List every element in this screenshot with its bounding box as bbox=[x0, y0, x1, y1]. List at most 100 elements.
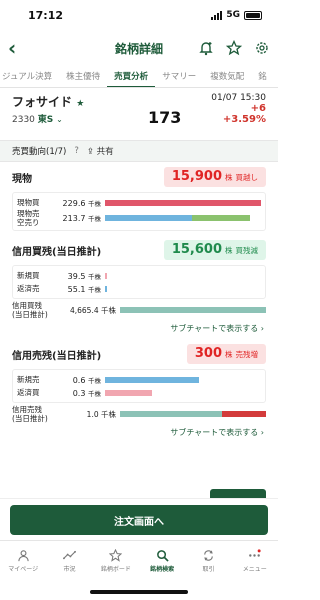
margin-buy-repay-bar bbox=[105, 285, 107, 292]
row-label: 現物買 bbox=[17, 198, 40, 207]
price-change-pct: +3.59% bbox=[222, 114, 266, 125]
network-label: 5G bbox=[226, 10, 240, 20]
status-indicators: 5G bbox=[211, 10, 262, 20]
tabbar-label: 銘柄検索 bbox=[150, 565, 175, 573]
share-label: 共有 bbox=[96, 147, 114, 157]
spot-title: 現物 bbox=[12, 173, 32, 185]
trade-icon bbox=[204, 549, 213, 561]
status-time: 17:12 bbox=[28, 8, 64, 22]
margin-sell-amount: 300 bbox=[194, 346, 222, 361]
row-value: 0.3 bbox=[72, 388, 86, 398]
chevron-down-icon[interactable]: ⌄ bbox=[56, 115, 63, 124]
nav-bar: ‹ 銘柄詳細 bbox=[0, 30, 278, 66]
row-value: 4,665.4 bbox=[69, 305, 99, 315]
margin-buy-row-repay: 返済売 55.1 千株 bbox=[17, 282, 261, 295]
star-add-icon[interactable] bbox=[226, 40, 242, 56]
status-bar: 17:12 5G bbox=[0, 0, 278, 30]
share-button[interactable]: ⇪ 共有 bbox=[87, 145, 114, 157]
row-label: 返済売 bbox=[17, 284, 40, 293]
tabbar-label: 取引 bbox=[202, 565, 215, 573]
row-unit: 千株 bbox=[88, 272, 101, 281]
subchart-label: サブチャートで表示する bbox=[170, 428, 259, 437]
person-icon bbox=[17, 549, 29, 561]
margin-buy-balance-row: 信用買残 (当日推計) 4,665.4 千株 bbox=[12, 299, 266, 321]
margin-buy-amount: 15,600 bbox=[171, 242, 222, 257]
margin-buy-subchart-link[interactable]: サブチャートで表示する › bbox=[12, 321, 266, 337]
margin-sell-title: 信用売残(当日推計) bbox=[12, 350, 102, 362]
spot-net-badge: 15,900 株 買越し bbox=[163, 167, 266, 187]
tabbar-item-board[interactable]: 銘柄ボード bbox=[93, 541, 139, 580]
row-value: 55.1 bbox=[67, 284, 86, 294]
margin-buy-row-new: 新規買 39.5 千株 bbox=[17, 269, 261, 282]
market-icon bbox=[62, 550, 76, 559]
tabbar-item-trade[interactable]: 取引 bbox=[185, 541, 231, 580]
market-selector[interactable]: 東S bbox=[38, 115, 53, 125]
margin-sell-row-repay: 返済買 0.3 千株 bbox=[17, 386, 261, 399]
row-label: 現物売 空売り bbox=[17, 209, 40, 227]
tabbar-item-menu[interactable]: メニュー bbox=[232, 541, 278, 580]
spot-block: 現物 15,900 株 買越し 現物買 229.6 千株 現物売 空売り 213… bbox=[0, 162, 278, 231]
margin-sell-badge: 300 株 売残増 bbox=[186, 344, 266, 364]
row-value: 213.7 bbox=[62, 214, 86, 223]
scroll-peek-button bbox=[210, 489, 266, 498]
price-change: +6 bbox=[250, 103, 266, 114]
tabbar-label: マイページ bbox=[8, 565, 39, 573]
quote-datetime: 01/07 15:30 bbox=[211, 93, 266, 103]
cta-area: 注文画面へ bbox=[0, 498, 278, 540]
signal-icon bbox=[211, 10, 223, 20]
margin-buy-new-bar bbox=[105, 272, 107, 279]
tab-visual-earnings[interactable]: ジュアル決算 bbox=[0, 66, 59, 87]
quote-header: フォサイド ★ 2330 東S ⌄ 173 01/07 15:30 +6 +3.… bbox=[0, 88, 278, 140]
margin-buy-badge: 15,600 株 買残減 bbox=[163, 240, 266, 260]
tab-summary[interactable]: サマリー bbox=[155, 66, 203, 87]
row-unit: 千株 bbox=[88, 285, 101, 294]
chevron-right-icon: › bbox=[260, 428, 264, 437]
star-icon bbox=[109, 548, 123, 562]
spot-buy-bar bbox=[105, 199, 261, 206]
home-indicator bbox=[90, 590, 188, 594]
row-unit: 千株 bbox=[88, 376, 101, 385]
tabbar-item-market[interactable]: 市況 bbox=[46, 541, 92, 580]
tabbar-item-mypage[interactable]: マイページ bbox=[0, 541, 46, 580]
row-label: 信用売残 (当日推計) bbox=[12, 405, 48, 423]
menu-icon bbox=[249, 548, 261, 557]
gear-icon[interactable] bbox=[254, 40, 270, 56]
spot-box: 現物買 229.6 千株 現物売 空売り 213.7 千株 bbox=[12, 192, 266, 231]
bell-add-icon[interactable] bbox=[198, 40, 214, 56]
row-value: 229.6 bbox=[62, 198, 86, 208]
margin-sell-new-bar bbox=[105, 376, 199, 383]
tab-trade-analysis[interactable]: 売買分析 bbox=[107, 66, 156, 87]
order-screen-button[interactable]: 注文画面へ bbox=[10, 505, 268, 535]
row-unit: 千株 bbox=[101, 409, 116, 419]
stock-price: 173 bbox=[148, 108, 182, 127]
tab-next[interactable]: 銘 bbox=[251, 66, 274, 87]
margin-sell-row-new: 新規売 0.6 千株 bbox=[17, 373, 261, 386]
row-label: 信用買残 (当日推計) bbox=[12, 301, 48, 319]
margin-buy-unit: 株 bbox=[225, 246, 233, 255]
subchart-label: サブチャートで表示する bbox=[170, 324, 259, 333]
margin-buy-title: 信用買残(当日推計) bbox=[12, 246, 102, 258]
tab-multi-quotes[interactable]: 複数気配 bbox=[203, 66, 251, 87]
tabbar-label: 市況 bbox=[63, 565, 76, 573]
bottom-tab-bar: マイページ 市況 銘柄ボード 銘柄検索 取引 メニュー bbox=[0, 540, 278, 580]
tab-shareholder-benefits[interactable]: 株主優待 bbox=[59, 66, 107, 87]
margin-sell-repay-bar bbox=[105, 389, 152, 396]
favorite-star-icon[interactable]: ★ bbox=[76, 99, 84, 109]
row-value: 1.0 bbox=[86, 409, 99, 419]
margin-sell-subchart-link[interactable]: サブチャートで表示する › bbox=[12, 425, 266, 441]
back-icon[interactable]: ‹ bbox=[8, 36, 16, 60]
margin-sell-balance-row: 信用売残 (当日推計) 1.0 千株 bbox=[12, 403, 266, 425]
row-label: 新規買 bbox=[17, 271, 40, 280]
margin-buy-block: 信用買残(当日推計) 15,600 株 買残減 新規買 39.5 千株 返済売 … bbox=[0, 235, 278, 337]
row-unit: 千株 bbox=[88, 215, 101, 223]
info-icon[interactable]: ? bbox=[74, 146, 79, 156]
margin-buy-box: 新規買 39.5 千株 返済売 55.1 千株 bbox=[12, 265, 266, 299]
spot-row-buy: 現物買 229.6 千株 bbox=[17, 196, 261, 209]
spot-amount: 15,900 bbox=[171, 169, 222, 184]
margin-sell-block: 信用売残(当日推計) 300 株 売残増 新規売 0.6 千株 返済買 0.3 … bbox=[0, 339, 278, 441]
spot-row-sell: 現物売 空売り 213.7 千株 bbox=[17, 209, 261, 227]
tabbar-label: 銘柄ボード bbox=[100, 565, 131, 573]
row-unit: 千株 bbox=[88, 199, 101, 208]
row-unit: 千株 bbox=[101, 305, 116, 315]
tabbar-item-search[interactable]: 銘柄検索 bbox=[139, 541, 185, 580]
